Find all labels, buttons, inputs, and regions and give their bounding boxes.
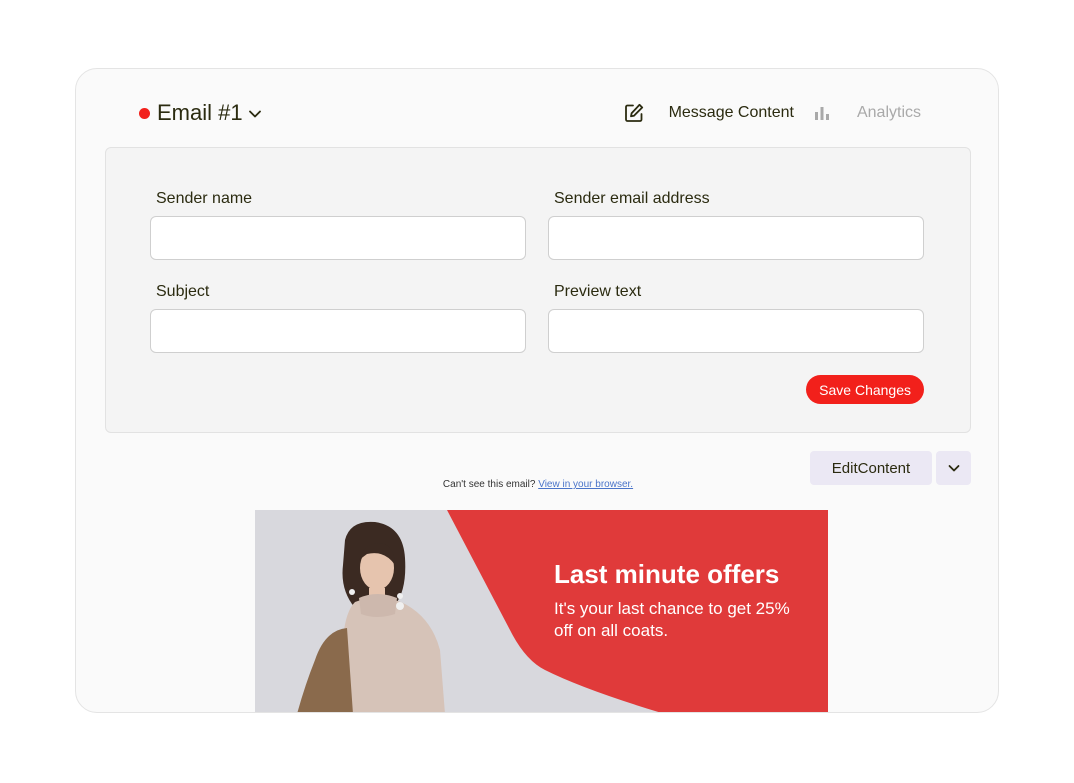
browser-view-note: Can't see this email? View in your brows… [76, 479, 998, 490]
email-editor-card: Email #1 Message Content Analytics Sende… [75, 68, 999, 713]
sender-email-input[interactable] [548, 216, 924, 260]
sender-email-label: Sender email address [554, 190, 710, 207]
status-dot [139, 107, 150, 119]
email-selector[interactable]: Email #1 [139, 99, 262, 127]
email-banner: Last minute offers It's your last chance… [255, 510, 828, 712]
tab-message-content[interactable]: Message Content [624, 103, 794, 123]
tab-analytics-label: Analytics [856, 104, 921, 121]
chevron-down-icon [248, 110, 261, 118]
sender-email-group: Sender email address [548, 189, 924, 260]
subject-group: Subject [150, 282, 526, 353]
browser-note-text: Can't see this email? [442, 479, 536, 490]
preview-text-label: Preview text [554, 283, 642, 300]
tab-analytics[interactable]: Analytics [814, 104, 921, 122]
banner-headline: Last minute offers [554, 559, 780, 589]
sender-settings-panel: Sender name Sender email address Subject… [105, 147, 971, 433]
edit-icon [624, 103, 643, 122]
view-tabs: Message Content Analytics [624, 100, 921, 126]
sender-name-input[interactable] [150, 216, 526, 260]
sender-name-label: Sender name [156, 190, 253, 207]
view-in-browser-link[interactable]: View in your browser. [538, 479, 633, 490]
subject-input[interactable] [150, 309, 526, 353]
banner-subtext: It's your last chance to get 25% off on … [554, 599, 790, 640]
save-changes-button[interactable]: Save Changes [806, 375, 924, 404]
sender-name-group: Sender name [150, 189, 526, 260]
chevron-down-icon [948, 465, 959, 472]
subject-label: Subject [156, 283, 210, 300]
email-title: Email #1 [157, 100, 243, 125]
tab-message-content-label: Message Content [668, 104, 794, 121]
preview-text-group: Preview text [548, 282, 924, 353]
banner-copy: Last minute offers It's your last chance… [554, 558, 794, 642]
preview-text-input[interactable] [548, 309, 924, 353]
bar-chart-icon [814, 107, 829, 120]
